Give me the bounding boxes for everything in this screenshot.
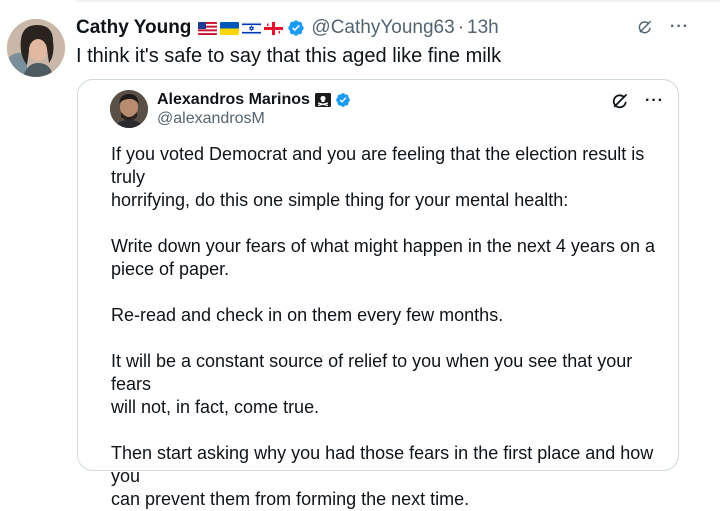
grok-icon[interactable] — [611, 92, 629, 110]
tweet-text: I think it's safe to say that this aged … — [76, 45, 502, 67]
divider — [76, 0, 720, 2]
separator-dot: · — [457, 17, 465, 38]
quoted-tweet[interactable]: Alexandros Marinos @alexandrosM ··· If y… — [77, 79, 679, 509]
author-name[interactable]: Cathy Young — [76, 17, 191, 39]
quoted-tweet-text: If you voted Democrat and you are feelin… — [111, 143, 671, 511]
quoted-paragraph: Write down your fears of what might happ… — [111, 236, 655, 279]
timestamp[interactable]: 13h — [467, 17, 499, 39]
quoted-avatar[interactable] — [110, 90, 148, 128]
more-options-icon[interactable]: ··· — [670, 19, 689, 35]
quoted-author-name[interactable]: Alexandros Marinos — [157, 91, 310, 109]
ukraine-flag-icon — [220, 21, 240, 35]
quoted-paragraph: If you voted Democrat and you are feelin… — [111, 144, 645, 210]
quoted-paragraph: Re-read and check in on them every few m… — [111, 305, 504, 325]
tweet[interactable]: Cathy Young @CathyYoung63 · 13h ··· I th… — [0, 0, 720, 509]
avatar-image — [7, 19, 65, 77]
verified-badge-icon — [335, 92, 351, 108]
tweet-header: Cathy Young @CathyYoung63 · 13h — [76, 14, 499, 42]
author-handle[interactable]: @CathyYoung63 — [311, 17, 454, 39]
georgia-flag-icon — [264, 21, 284, 35]
quoted-header: Alexandros Marinos — [157, 91, 351, 109]
tweet-actions: ··· — [636, 18, 689, 36]
quoted-paragraph: Then start asking why you had those fear… — [111, 443, 654, 509]
more-options-icon[interactable]: ··· — [645, 93, 664, 109]
grok-icon[interactable] — [636, 18, 654, 36]
avatar[interactable] — [7, 19, 65, 77]
author-flags — [198, 21, 284, 35]
us-flag-icon — [198, 21, 218, 35]
quoted-actions: ··· — [611, 92, 664, 110]
israel-flag-icon — [242, 21, 262, 35]
verified-badge-icon — [287, 19, 305, 37]
quoted-author-handle[interactable]: @alexandrosM — [157, 110, 265, 128]
quoted-avatar-image — [110, 90, 148, 128]
quoted-paragraph: It will be a constant source of relief t… — [111, 351, 633, 417]
pirate-flag-icon — [314, 93, 331, 107]
